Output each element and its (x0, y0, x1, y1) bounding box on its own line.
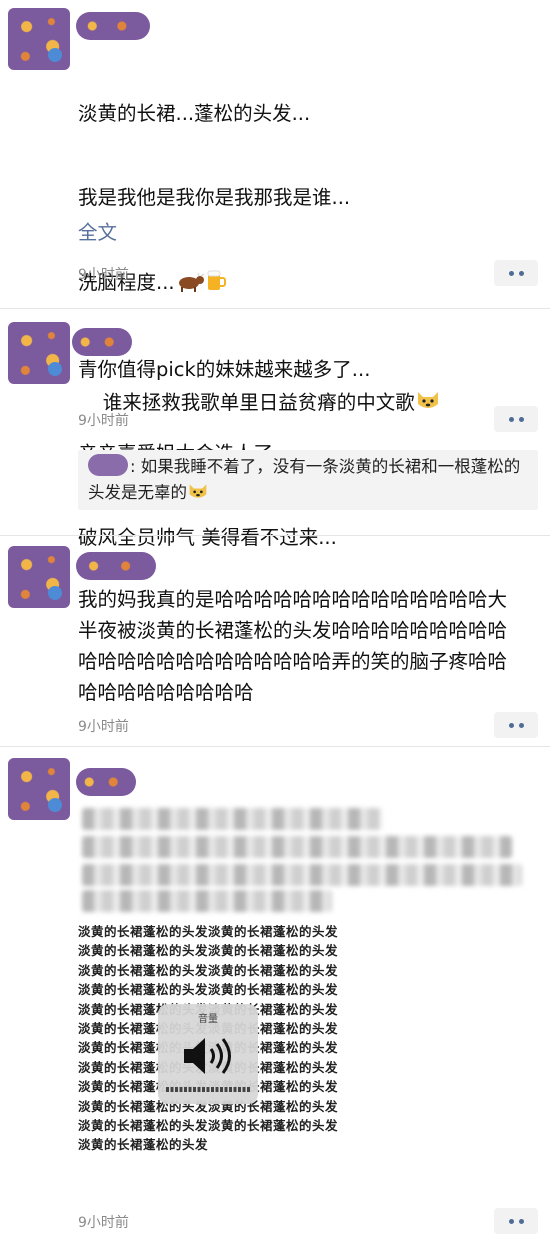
text-line: 我是我他是我你是我那我是谁... (78, 186, 351, 209)
dot-icon (508, 722, 514, 728)
doge-icon (415, 388, 441, 420)
post-time: 9小时前 (78, 1215, 129, 1231)
blurred-text-line (82, 836, 512, 858)
post-text: 我的妈我真的是哈哈哈哈哈哈哈哈哈哈哈哈哈哈大半夜被淡黄的长裙蓬松的头发哈哈哈哈哈… (78, 588, 508, 704)
more-options-button[interactable] (494, 406, 538, 432)
full-text-link[interactable]: 全文 (78, 216, 117, 245)
avatar[interactable] (8, 8, 70, 70)
volume-label: 音量 (198, 1014, 218, 1025)
volume-hud: 音量 (158, 1004, 258, 1104)
avatar[interactable] (8, 758, 70, 820)
more-options-button[interactable] (494, 1208, 538, 1234)
dot-icon (518, 1218, 524, 1224)
text-line: 淡黄的长裙...蓬松的头发... (78, 102, 311, 125)
volume-level-bar (166, 1087, 250, 1092)
dot-icon (508, 270, 514, 276)
blurred-text-line (82, 808, 382, 830)
reply-user-redacted[interactable] (88, 454, 128, 476)
more-options-button[interactable] (494, 260, 538, 286)
reply-box[interactable]: : 如果我睡不着了，没有一条淡黄的长裙和一根蓬松的头发是无辜的 (78, 450, 538, 510)
dot-icon (518, 416, 524, 422)
divider (0, 746, 550, 747)
beer-icon (205, 268, 227, 300)
post-1: 淡黄的长裙...蓬松的头发... 我是我他是我你是我那我是谁... 洗脑程度..… (0, 0, 550, 549)
reply-text: : 如果我睡不着了，没有一条淡黄的长裙和一根蓬松的头发是无辜的 (88, 457, 521, 502)
username-redacted[interactable] (76, 12, 150, 40)
username-redacted[interactable] (76, 552, 156, 580)
username-redacted[interactable] (76, 768, 136, 796)
post-2: 谁来拯救我歌单里日益贫瘠的中文歌 9小时前 : 如果我睡不着了，没有一条淡黄的长… (0, 310, 550, 536)
dot-icon (518, 722, 524, 728)
dot-icon (508, 1218, 514, 1224)
post-time: 9小时前 (78, 267, 129, 283)
dot-icon (518, 270, 524, 276)
post-3: 我的妈我真的是哈哈哈哈哈哈哈哈哈哈哈哈哈哈大半夜被淡黄的长裙蓬松的头发哈哈哈哈哈… (0, 536, 550, 746)
blurred-text-line (82, 890, 332, 912)
post-4: 淡黄的长裙蓬松的头发淡黄的长裙蓬松的头发淡黄的长裙蓬松的头发淡黄的长裙蓬松的头发… (0, 748, 550, 1245)
avatar[interactable] (8, 546, 70, 608)
dot-icon (508, 416, 514, 422)
cow-icon (175, 272, 205, 300)
blurred-text-line (82, 864, 522, 886)
post-time: 9小时前 (78, 719, 129, 735)
post-time: 9小时前 (78, 413, 129, 429)
avatar[interactable] (8, 322, 70, 384)
doge-icon (187, 481, 209, 509)
divider (0, 308, 550, 309)
post-text: 谁来拯救我歌单里日益贫瘠的中文歌 (78, 360, 441, 448)
more-options-button[interactable] (494, 712, 538, 738)
speaker-icon (180, 1034, 236, 1082)
username-redacted[interactable] (72, 328, 132, 356)
